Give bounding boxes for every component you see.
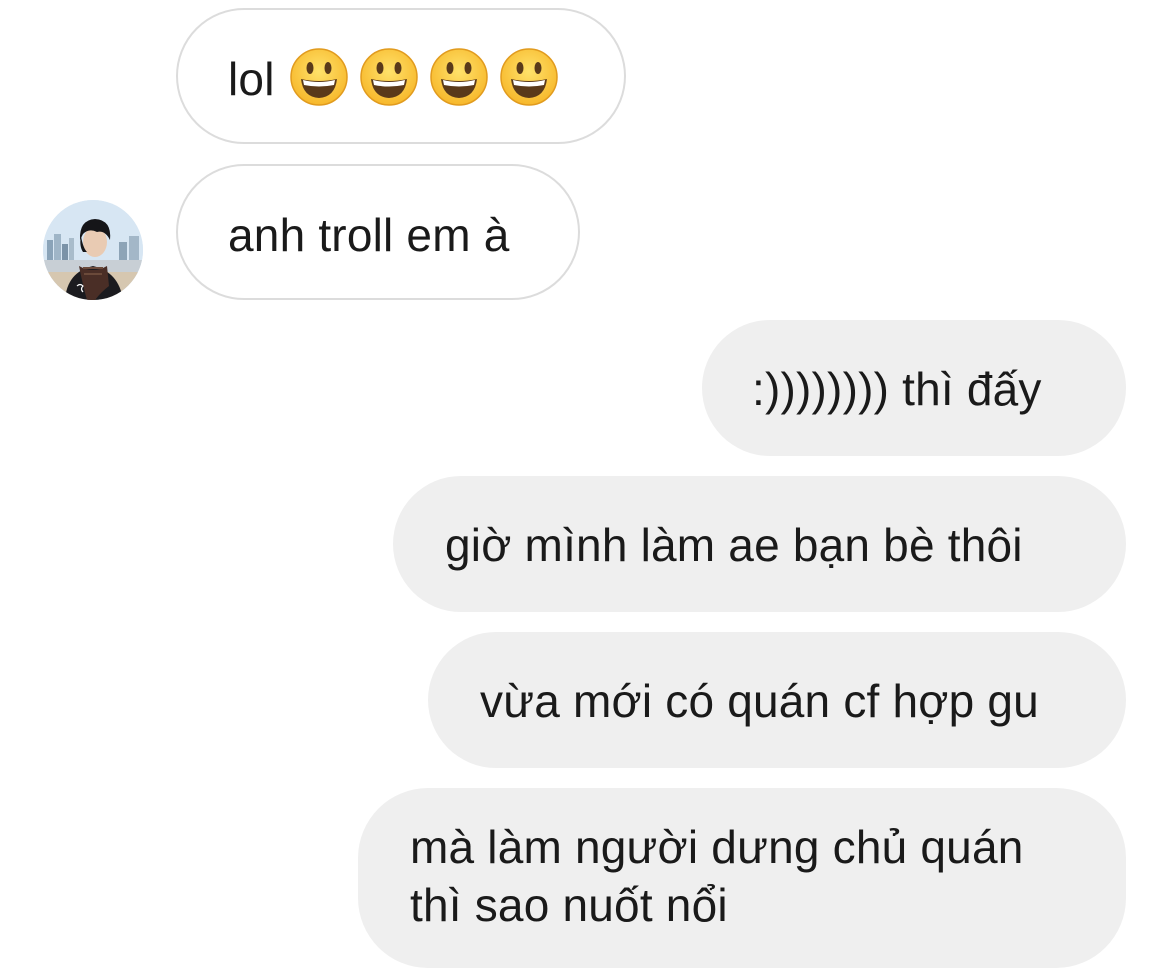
grinning-face-icon bbox=[289, 47, 349, 107]
message-bubble-outgoing[interactable]: mà làm người dưng chủ quán thì sao nuốt … bbox=[358, 788, 1126, 968]
message-text: :)))))))) thì đấy bbox=[752, 362, 1042, 415]
message-bubble-incoming[interactable]: lol bbox=[176, 8, 626, 144]
contact-avatar[interactable] bbox=[43, 200, 143, 300]
grinning-face-icon bbox=[429, 47, 489, 107]
message-text: giờ mình làm ae bạn bè thôi bbox=[445, 518, 1023, 571]
message-text-line: mà làm người dưng chủ quán bbox=[410, 821, 1024, 873]
message-bubble-outgoing[interactable]: :)))))))) thì đấy bbox=[702, 320, 1126, 456]
message-bubble-incoming[interactable]: anh troll em à bbox=[176, 164, 580, 300]
message-bubble-outgoing[interactable]: giờ mình làm ae bạn bè thôi bbox=[393, 476, 1126, 612]
message-text: lol bbox=[228, 52, 275, 105]
grinning-face-icon bbox=[499, 47, 559, 107]
message-text: vừa mới có quán cf hợp gu bbox=[480, 674, 1039, 727]
message-text-line: thì sao nuốt nổi bbox=[410, 879, 728, 931]
message-text: anh troll em à bbox=[228, 208, 510, 261]
grinning-face-icon bbox=[359, 47, 419, 107]
message-bubble-outgoing[interactable]: vừa mới có quán cf hợp gu bbox=[428, 632, 1126, 768]
